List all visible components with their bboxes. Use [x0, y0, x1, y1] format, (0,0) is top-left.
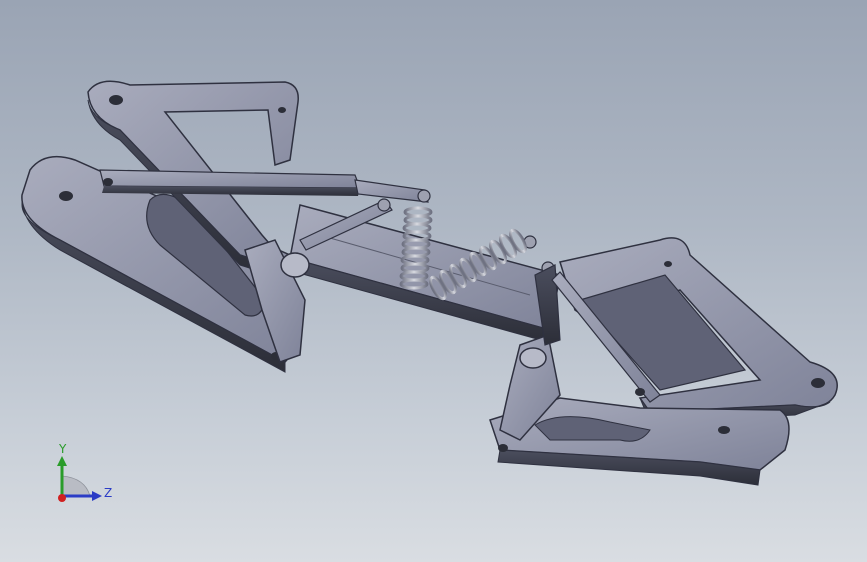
z-axis-arrow: [92, 491, 102, 501]
graphics-viewport[interactable]: Y Z: [0, 0, 867, 562]
y-axis-label: Y: [58, 442, 67, 456]
x-axis-origin: [58, 494, 66, 502]
triad-plane: [61, 475, 91, 497]
axis-triad-icon: Y Z: [57, 442, 112, 502]
suspension-assembly-model[interactable]: [0, 0, 867, 562]
z-axis-label: Z: [104, 486, 112, 500]
reference-triad: Y Z: [40, 438, 130, 518]
y-axis-arrow: [57, 456, 67, 466]
